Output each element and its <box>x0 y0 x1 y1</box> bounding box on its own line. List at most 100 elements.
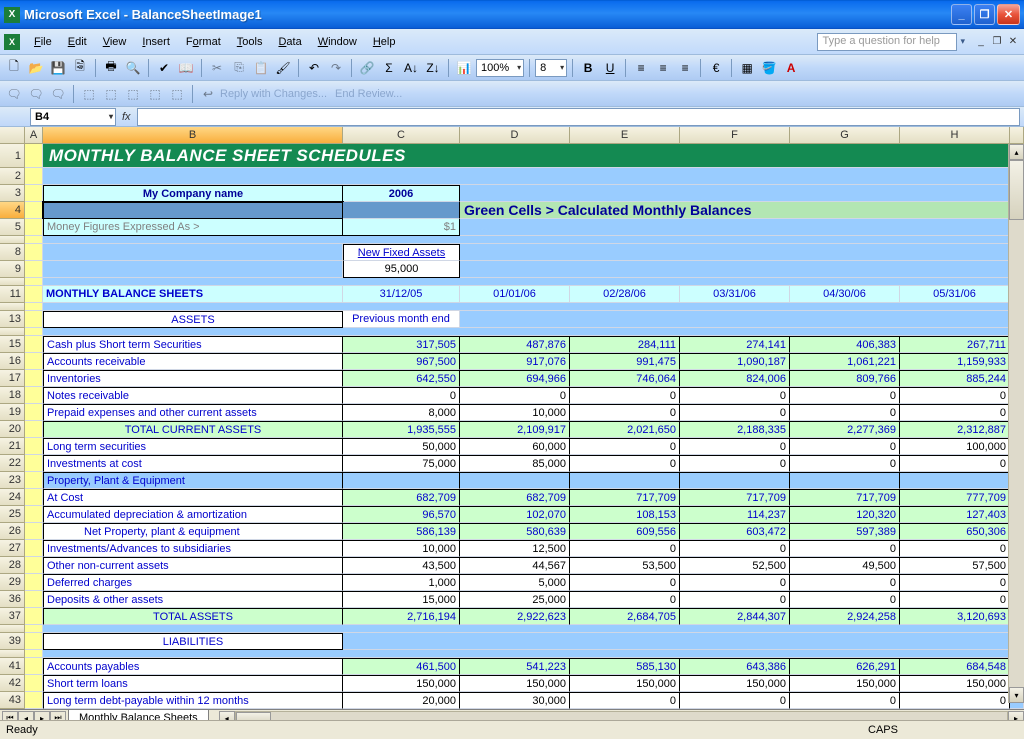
bold-icon[interactable]: B <box>578 58 598 78</box>
data-cell[interactable]: 585,130 <box>570 658 680 675</box>
data-cell[interactable] <box>680 472 790 489</box>
data-cell[interactable]: 0 <box>570 404 680 421</box>
row-header[interactable]: 36 <box>0 591 25 608</box>
row-header[interactable]: 15 <box>0 336 25 353</box>
align-right-icon[interactable]: ≡ <box>675 58 695 78</box>
cell[interactable] <box>25 236 43 244</box>
date-cell[interactable]: 01/01/06 <box>460 286 570 303</box>
menu-file[interactable]: File <box>26 33 60 51</box>
data-cell[interactable]: 2,109,917 <box>460 421 570 438</box>
cell[interactable] <box>25 328 43 336</box>
fill-color-icon[interactable]: 🪣 <box>759 58 779 78</box>
cut-icon[interactable]: ✂ <box>207 58 227 78</box>
row-header[interactable]: 18 <box>0 387 25 404</box>
data-cell[interactable]: 603,472 <box>680 523 790 540</box>
row-label[interactable]: Prepaid expenses and other current asset… <box>43 404 343 421</box>
data-cell[interactable]: 2,188,335 <box>680 421 790 438</box>
cell[interactable] <box>25 438 43 455</box>
cell[interactable] <box>43 236 1024 244</box>
date-cell[interactable]: 02/28/06 <box>570 286 680 303</box>
data-cell[interactable]: 643,386 <box>680 658 790 675</box>
print-preview-icon[interactable]: 🔍 <box>123 58 143 78</box>
data-cell[interactable]: 150,000 <box>900 675 1010 692</box>
fx-icon[interactable]: fx <box>122 111 131 123</box>
review8-icon[interactable]: ⬚ <box>167 84 187 104</box>
data-cell[interactable]: 0 <box>680 540 790 557</box>
doc-restore-button[interactable]: ❐ <box>990 35 1004 49</box>
row-header[interactable]: 23 <box>0 472 25 489</box>
cell[interactable] <box>25 202 43 219</box>
reply-icon[interactable]: ↩ <box>198 84 218 104</box>
section-label[interactable]: MONTHLY BALANCE SHEETS <box>43 286 343 303</box>
cell[interactable] <box>343 633 1024 650</box>
row-header[interactable]: 19 <box>0 404 25 421</box>
underline-icon[interactable]: U <box>600 58 620 78</box>
row-header[interactable]: 27 <box>0 540 25 557</box>
data-cell[interactable]: 746,064 <box>570 370 680 387</box>
data-cell[interactable]: 0 <box>790 591 900 608</box>
new-assets-label[interactable]: New Fixed Assets <box>343 244 460 261</box>
data-cell[interactable]: 102,070 <box>460 506 570 523</box>
data-cell[interactable]: 0 <box>900 404 1010 421</box>
liabilities-header[interactable]: LIABILITIES <box>43 633 343 650</box>
data-cell[interactable]: 406,383 <box>790 336 900 353</box>
review5-icon[interactable]: ⬚ <box>101 84 121 104</box>
cell[interactable] <box>460 244 1024 261</box>
new-icon[interactable]: 🗋 <box>4 58 24 78</box>
data-cell[interactable]: 0 <box>900 387 1010 404</box>
cell[interactable] <box>25 625 43 633</box>
cell[interactable] <box>460 311 1024 328</box>
row-header[interactable]: 42 <box>0 675 25 692</box>
data-cell[interactable]: 0 <box>570 387 680 404</box>
cell[interactable] <box>43 303 1024 311</box>
data-cell[interactable]: 3,120,693 <box>900 608 1010 625</box>
paste-icon[interactable]: 📋 <box>251 58 271 78</box>
row-header[interactable]: 4 <box>0 202 25 219</box>
data-cell[interactable]: 150,000 <box>790 675 900 692</box>
spreadsheet-grid[interactable]: A B C D E F G H 1 MONTHLY BALANCE SHEET … <box>0 127 1024 709</box>
menu-data[interactable]: Data <box>270 33 309 51</box>
data-cell[interactable]: 100,000 <box>900 438 1010 455</box>
align-center-icon[interactable]: ≡ <box>653 58 673 78</box>
data-cell[interactable]: 991,475 <box>570 353 680 370</box>
menu-view[interactable]: View <box>95 33 135 51</box>
row-label[interactable]: Investments at cost <box>43 455 343 472</box>
autosum-icon[interactable]: Σ <box>379 58 399 78</box>
help-search-input[interactable]: Type a question for help <box>817 33 957 51</box>
data-cell[interactable]: 0 <box>570 540 680 557</box>
data-cell[interactable]: 0 <box>680 387 790 404</box>
data-cell[interactable]: 541,223 <box>460 658 570 675</box>
cell[interactable] <box>25 404 43 421</box>
data-cell[interactable]: 1,090,187 <box>680 353 790 370</box>
row-header[interactable]: 11 <box>0 286 25 303</box>
spelling-icon[interactable]: ✔ <box>154 58 174 78</box>
data-cell[interactable]: 150,000 <box>343 675 460 692</box>
row-header[interactable]: 13 <box>0 311 25 328</box>
prev-month-label[interactable]: Previous month end <box>343 311 460 328</box>
data-cell[interactable]: 44,567 <box>460 557 570 574</box>
row-header[interactable]: 1 <box>0 144 25 168</box>
data-cell[interactable]: 0 <box>343 387 460 404</box>
data-cell[interactable]: 43,500 <box>343 557 460 574</box>
fontsize-combo[interactable]: 8 <box>535 59 567 77</box>
cell[interactable] <box>25 168 43 185</box>
data-cell[interactable]: 5,000 <box>460 574 570 591</box>
cell[interactable] <box>25 633 43 650</box>
data-cell[interactable]: 0 <box>680 455 790 472</box>
cell[interactable] <box>25 540 43 557</box>
col-header-h[interactable]: H <box>900 127 1010 144</box>
data-cell[interactable]: 0 <box>790 404 900 421</box>
close-button[interactable]: ✕ <box>997 4 1020 25</box>
row-label[interactable]: Net Property, plant & equipment <box>43 523 343 540</box>
open-icon[interactable]: 📂 <box>26 58 46 78</box>
data-cell[interactable]: 2,716,194 <box>343 608 460 625</box>
row-label[interactable]: Long term debt-payable within 12 months <box>43 692 343 709</box>
data-cell[interactable]: 626,291 <box>790 658 900 675</box>
data-cell[interactable]: 10,000 <box>343 540 460 557</box>
review-icon[interactable]: 🗨 <box>4 84 24 104</box>
data-cell[interactable]: 2,844,307 <box>680 608 790 625</box>
data-cell[interactable]: 57,500 <box>900 557 1010 574</box>
col-header-e[interactable]: E <box>570 127 680 144</box>
help-dropdown-icon[interactable]: ▾ <box>960 36 965 47</box>
data-cell[interactable]: 274,141 <box>680 336 790 353</box>
